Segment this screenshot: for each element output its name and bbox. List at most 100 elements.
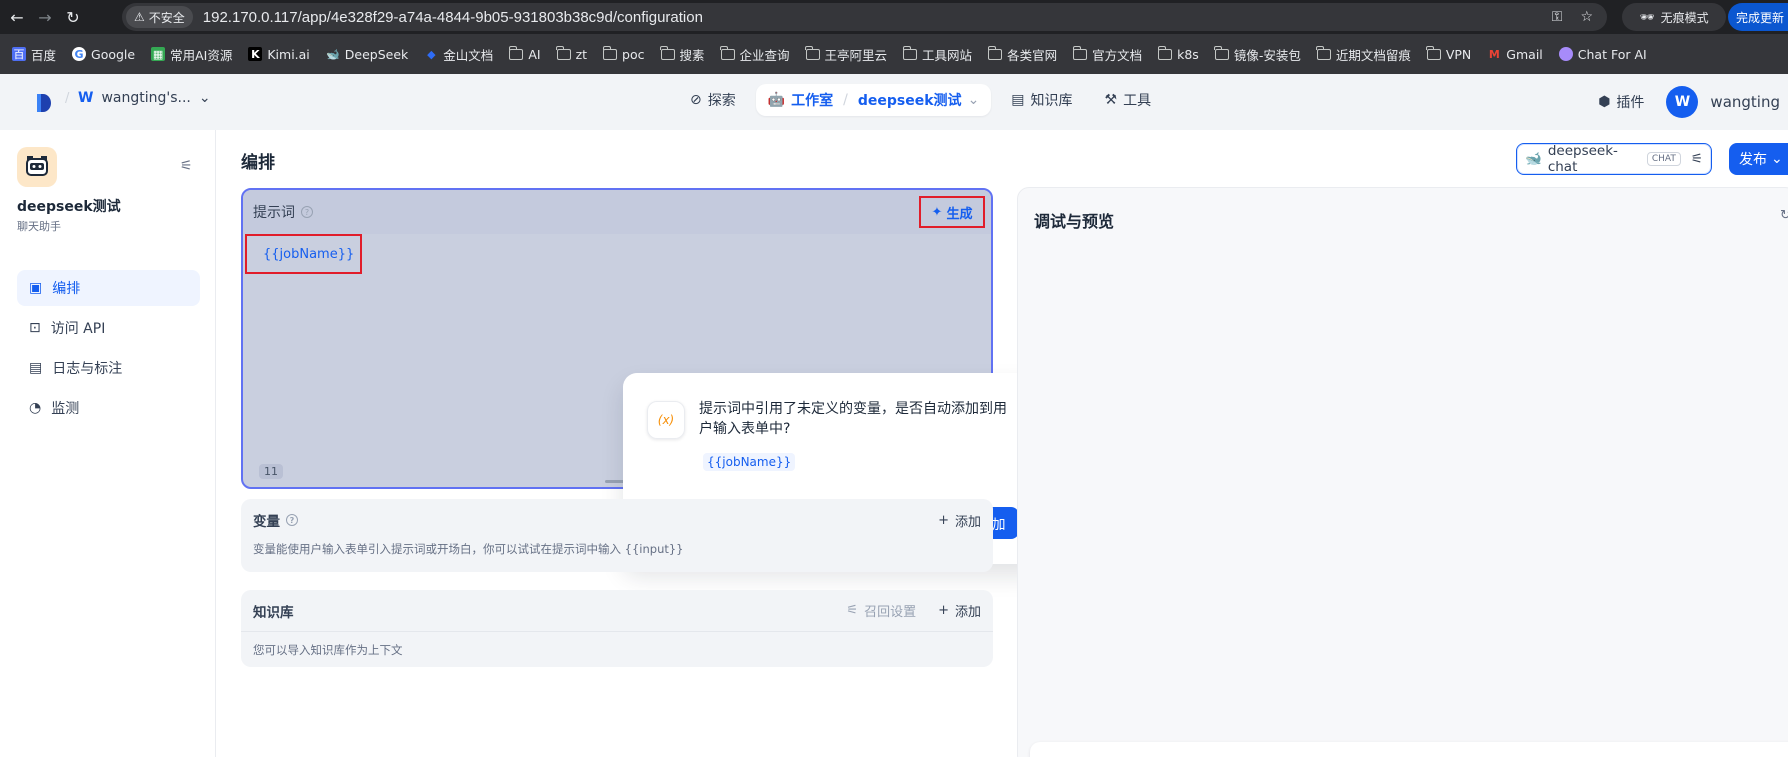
nav-studio[interactable]: 🤖 工作室 / deepseek测试 ⌄ bbox=[755, 84, 992, 116]
sidebar-item-monitoring[interactable]: ◔ 监测 bbox=[17, 390, 200, 426]
sidebar-item-api[interactable]: ⊡ 访问 API bbox=[17, 310, 200, 346]
update-button[interactable]: 完成更新 bbox=[1728, 3, 1788, 31]
bookmark-item[interactable]: 百百度 bbox=[12, 45, 56, 64]
star-icon[interactable]: ☆ bbox=[1580, 9, 1593, 25]
folder-icon bbox=[660, 45, 675, 60]
bookmark-folder[interactable]: AI bbox=[508, 45, 541, 62]
bookmark-folder[interactable]: 王亭阿里云 bbox=[805, 45, 887, 64]
top-nav: ⊘ 探索 🤖 工作室 / deepseek测试 ⌄ ▤ 知识库 ⚒ 工具 bbox=[678, 84, 1163, 116]
sliders-icon: ⚟ bbox=[1690, 151, 1703, 167]
bookmark-folder[interactable]: 企业查询 bbox=[720, 45, 790, 64]
bookmark-item[interactable]: 🐋 DeepSeek bbox=[326, 47, 408, 62]
variable-icon: (x) bbox=[647, 401, 685, 439]
folder-icon bbox=[602, 45, 618, 60]
plus-icon: + bbox=[938, 603, 949, 618]
bookmark-folder[interactable]: VPN bbox=[1426, 45, 1471, 62]
key-icon[interactable]: ⚿ bbox=[1552, 9, 1563, 25]
folder-icon bbox=[805, 45, 820, 60]
layout-icon: ▣ bbox=[29, 280, 43, 296]
folder-icon bbox=[1157, 45, 1173, 60]
bookmark-folder[interactable]: 近期文档留痕 bbox=[1316, 45, 1411, 64]
app-type: 聊天助手 bbox=[17, 220, 61, 233]
model-selector[interactable]: 🐋 deepseek-chat CHAT ⚟ bbox=[1516, 143, 1712, 175]
browser-toolbar: ← → ↻ ⚠ 不安全 192.170.0.117/app/4e328f29-a… bbox=[0, 0, 1788, 34]
page-title: 编排 bbox=[241, 153, 275, 173]
refresh-icon[interactable]: ↻ bbox=[1780, 208, 1788, 223]
bookmark-folder[interactable]: 工具网站 bbox=[902, 45, 972, 64]
bookmark-folder[interactable]: poc bbox=[602, 45, 645, 62]
sparkle-icon: ✦ bbox=[931, 204, 943, 220]
resize-handle[interactable] bbox=[605, 480, 625, 483]
incognito-icon: 🕶 bbox=[1639, 10, 1655, 24]
publish-button[interactable]: 发布 ⌄ bbox=[1729, 143, 1788, 175]
knowledge-description: 您可以导入知识库作为上下文 bbox=[253, 643, 403, 657]
document-icon: ▤ bbox=[29, 360, 43, 376]
bookmark-folder[interactable]: 搜素 bbox=[660, 45, 705, 64]
bookmark-folder[interactable]: 官方文档 bbox=[1072, 45, 1142, 64]
baidu-icon: 百 bbox=[12, 47, 26, 61]
bookmark-item[interactable]: G Google bbox=[72, 47, 135, 62]
dify-logo-icon[interactable] bbox=[35, 92, 53, 114]
user-name[interactable]: wangting bbox=[1710, 93, 1780, 111]
security-badge[interactable]: ⚠ 不安全 bbox=[126, 6, 193, 28]
sidebar-nav: ▣ 编排 ⊡ 访问 API ▤ 日志与标注 ◔ 监测 bbox=[17, 270, 200, 430]
generate-button[interactable]: ✦ 生成 bbox=[919, 196, 985, 228]
header-divider: / bbox=[65, 91, 70, 106]
folder-icon bbox=[902, 45, 918, 60]
debug-preview-panel: 调试与预览 ↻ bbox=[1017, 187, 1788, 757]
gauge-icon: ◔ bbox=[29, 400, 42, 416]
bookmark-item[interactable]: Chat For AI bbox=[1558, 47, 1647, 62]
book-icon: ▤ bbox=[1011, 92, 1025, 108]
user-avatar[interactable]: W bbox=[1666, 86, 1699, 118]
recall-settings-button[interactable]: ⚟ 召回设置 bbox=[846, 601, 916, 620]
help-icon[interactable]: ? bbox=[301, 206, 313, 218]
kimi-icon: K bbox=[248, 47, 263, 61]
sidebar-item-logs[interactable]: ▤ 日志与标注 bbox=[17, 350, 200, 386]
settings-sliders-icon[interactable]: ⚟ bbox=[180, 158, 193, 174]
bookmark-item[interactable]: K Kimi.ai bbox=[248, 47, 310, 62]
workspace-initial: W bbox=[78, 90, 94, 106]
folder-icon bbox=[1316, 45, 1331, 60]
bookmark-folder[interactable]: 各类官网 bbox=[987, 45, 1057, 64]
nav-knowledge[interactable]: ▤ 知识库 bbox=[999, 84, 1084, 116]
help-icon[interactable]: ? bbox=[286, 514, 298, 526]
app-name: deepseek测试 bbox=[17, 199, 121, 215]
bookmark-item[interactable]: ◆ 金山文档 bbox=[424, 45, 493, 64]
forward-icon[interactable]: → bbox=[34, 6, 56, 28]
plugins-button[interactable]: ⬢ 插件 bbox=[1598, 92, 1644, 112]
bookmark-folder[interactable]: 镜像-安装包 bbox=[1214, 45, 1301, 64]
dialog-message: 提示词中引用了未定义的变量，是否自动添加到用户输入表单中? bbox=[699, 401, 1007, 437]
add-knowledge-button[interactable]: + 添加 bbox=[938, 601, 981, 620]
back-icon[interactable]: ← bbox=[6, 6, 28, 28]
incognito-indicator[interactable]: 🕶 无痕模式 bbox=[1622, 3, 1726, 31]
app-header: / W wangting's... ⌄ ⊘ 探索 🤖 工作室 / deepsee… bbox=[0, 74, 1788, 130]
folder-icon bbox=[1214, 45, 1229, 60]
cube-icon: ⬢ bbox=[1598, 94, 1611, 110]
url-text[interactable]: 192.170.0.117/app/4e328f29-a74a-4844-9b0… bbox=[203, 9, 703, 26]
deepseek-icon: 🐋 bbox=[1525, 151, 1542, 167]
bookmarks-bar: 百百度 G Google ▦ 常用AI资源 K Kimi.ai 🐋 DeepSeek ◆… bbox=[0, 34, 1788, 74]
prompt-label: 提示词 bbox=[253, 205, 295, 221]
prompt-editor-content[interactable]: {{jobName}} bbox=[245, 234, 362, 274]
bookmark-folder[interactable]: k8s bbox=[1157, 45, 1199, 62]
main-content: 编排 🐋 deepseek-chat CHAT ⚟ 发布 ⌄ 提示词 ? ✦ 生… bbox=[216, 130, 1788, 757]
app-sidebar: ⚟ deepseek测试 聊天助手 ▣ 编排 ⊡ 访问 API ▤ 日志与标注 … bbox=[0, 130, 216, 757]
bookmark-item[interactable]: ▦ 常用AI资源 bbox=[151, 45, 232, 64]
prompt-header: 提示词 ? bbox=[243, 190, 991, 234]
reload-icon[interactable]: ↻ bbox=[62, 6, 84, 28]
address-bar[interactable]: ⚠ 不安全 192.170.0.117/app/4e328f29-a74a-48… bbox=[122, 3, 1607, 31]
workspace-switcher[interactable]: W wangting's... ⌄ bbox=[78, 90, 211, 106]
nav-explore[interactable]: ⊘ 探索 bbox=[678, 84, 748, 116]
char-count: 11 bbox=[259, 464, 283, 479]
sidebar-item-orchestrate[interactable]: ▣ 编排 bbox=[17, 270, 200, 306]
nav-tools[interactable]: ⚒ 工具 bbox=[1093, 84, 1164, 116]
bookmark-folder[interactable]: zt bbox=[556, 45, 587, 62]
variables-card: 变量 ? + 添加 变量能使用户输入表单引入提示词或开场白，你可以试试在提示词中… bbox=[241, 499, 993, 572]
bookmark-item[interactable]: M Gmail bbox=[1487, 47, 1543, 62]
folder-icon bbox=[556, 45, 571, 60]
chat-input-area[interactable] bbox=[1030, 742, 1788, 757]
current-app-name[interactable]: deepseek测试 bbox=[858, 90, 962, 110]
chevron-down-icon: ⌄ bbox=[967, 92, 980, 108]
add-variable-card-button[interactable]: + 添加 bbox=[938, 511, 981, 530]
folder-icon bbox=[1072, 45, 1088, 60]
